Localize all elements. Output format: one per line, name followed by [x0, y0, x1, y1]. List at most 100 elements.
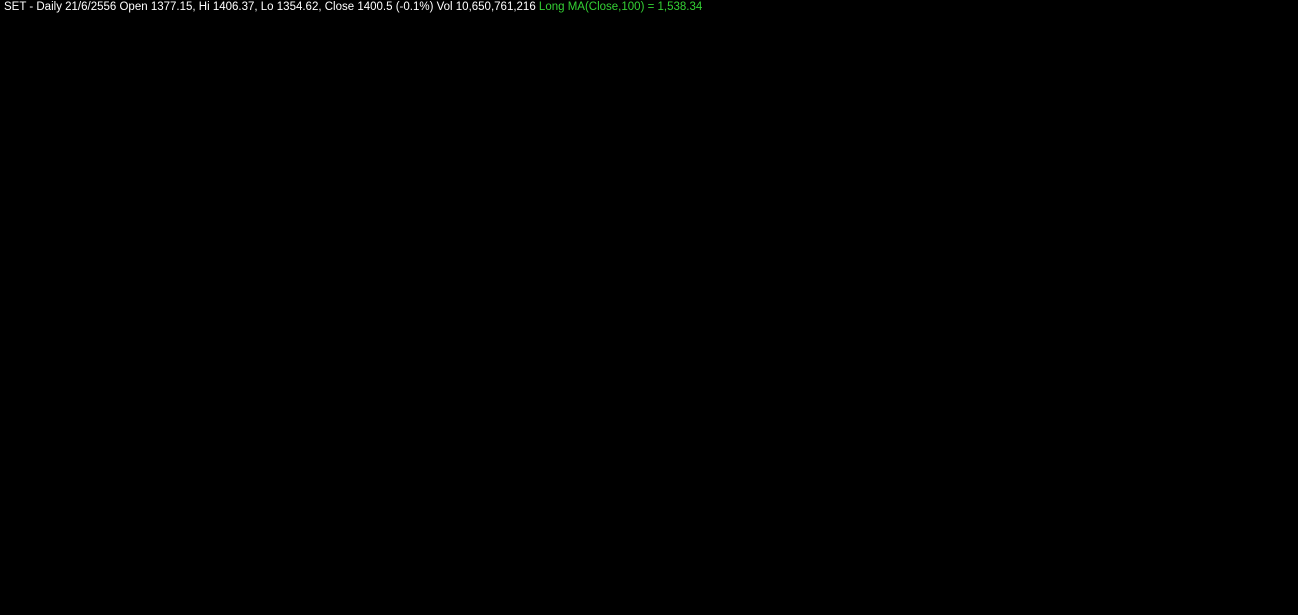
- candle-down: [328, 313, 333, 319]
- candle-up: [978, 53, 983, 62]
- histogram-series: [4, 466, 1237, 540]
- month-label: May: [347, 412, 368, 424]
- candle-down: [139, 365, 144, 368]
- candle-up: [559, 250, 564, 258]
- candle-up: [222, 314, 227, 317]
- candle-down: [806, 84, 811, 87]
- month-band-price: [268, 17, 343, 408]
- candle-up: [908, 73, 913, 80]
- crossover-marker: [295, 491, 303, 499]
- candle-down: [814, 85, 819, 95]
- candle-up: [1209, 89, 1214, 101]
- month-label: Jul: [508, 412, 522, 424]
- candle-up: [686, 173, 691, 178]
- candle-up: [1217, 85, 1222, 92]
- month-label: Feb: [96, 588, 115, 600]
- month-band-oscillator: [1107, 429, 1187, 585]
- candle-down: [176, 337, 181, 344]
- candle-down: [695, 152, 700, 159]
- candle-up: [1147, 107, 1152, 118]
- candle-down: [830, 87, 835, 93]
- candle-down: [1143, 111, 1148, 118]
- zero-value-flag-text: 0.00000: [1247, 491, 1287, 503]
- candle-down: [106, 371, 111, 378]
- candle-down: [592, 212, 597, 215]
- candle-up: [254, 281, 259, 291]
- candle-up: [230, 295, 235, 305]
- candle-up: [242, 285, 247, 290]
- candle-up: [839, 83, 844, 89]
- header-main-text: SET - Daily 21/6/2556 Open 1377.15, Hi 1…: [4, 1, 536, 13]
- candle-down: [888, 71, 893, 74]
- stock-chart[interactable]: 700 750 800 850 900 950 1,050 10 5 -5 -15 2010 Feb…: [0, 0, 1298, 615]
- candle-up: [234, 293, 239, 298]
- month-label: Apr: [272, 588, 289, 600]
- candle-down: [4, 332, 9, 335]
- candle-down: [472, 279, 477, 283]
- month-label: Mar: [181, 412, 200, 424]
- candle-up: [645, 209, 650, 214]
- signal-value-flag-text: -9.81601: [1247, 542, 1290, 554]
- candle-up: [65, 322, 70, 331]
- candle-down: [666, 187, 671, 190]
- candle-down: [1135, 93, 1140, 105]
- candle-up: [1126, 103, 1131, 106]
- candle-up: [715, 158, 720, 162]
- oscillator-tick-label: -15: [1264, 567, 1280, 579]
- signal-line: [3, 443, 1238, 574]
- candle-up: [127, 365, 132, 370]
- candle-up: [608, 198, 613, 201]
- candle-up: [1188, 82, 1193, 91]
- candle-up: [954, 42, 959, 45]
- candle-down: [263, 276, 268, 279]
- month-label: Aug: [594, 588, 614, 600]
- candle-down: [337, 307, 342, 310]
- candle-up: [699, 152, 704, 158]
- candle-up: [1233, 83, 1238, 86]
- candle-down: [1122, 100, 1127, 108]
- candle-up: [567, 247, 572, 254]
- candle-up: [477, 273, 482, 285]
- candle-up: [682, 175, 687, 186]
- crossover-marker: [446, 491, 454, 499]
- candle-up: [444, 284, 449, 296]
- crossover-marker: [820, 491, 828, 499]
- candle-up: [690, 151, 695, 174]
- candle-up: [732, 144, 737, 158]
- histogram-value-flag-bg: [1237, 474, 1298, 488]
- candle-up: [752, 122, 757, 129]
- month-label: Feb: [96, 412, 115, 424]
- candle-up: [991, 67, 996, 71]
- candle-up: [785, 95, 790, 98]
- oscillator-tick-labels: 10 5 -5 -15: [1264, 439, 1280, 579]
- candle-down: [764, 105, 769, 111]
- candle-up: [1007, 55, 1012, 73]
- month-label: Dec: [944, 412, 964, 424]
- month-label: Apr: [272, 412, 289, 424]
- price-tick-label: 850: [1258, 221, 1276, 233]
- candle-down: [427, 300, 432, 303]
- candle-up: [769, 105, 774, 110]
- candle-up: [736, 139, 741, 148]
- month-band-price: [764, 17, 850, 408]
- candle-up: [777, 97, 782, 103]
- candle-up: [390, 332, 395, 337]
- candle-up: [810, 83, 815, 86]
- month-band-price: [1107, 17, 1187, 408]
- candle-down: [90, 367, 95, 380]
- candle-up: [300, 319, 305, 323]
- month-label: Mar: [1191, 588, 1210, 600]
- candle-down: [1180, 86, 1185, 97]
- month-label: Nov: [854, 412, 874, 424]
- candle-up: [53, 320, 58, 330]
- candle-down: [958, 41, 963, 45]
- candle-down: [987, 66, 992, 68]
- candle-up: [1213, 90, 1218, 93]
- candle-up: [637, 203, 642, 206]
- candle-up: [419, 309, 424, 320]
- candle-up: [1102, 107, 1107, 122]
- candle-up: [604, 198, 609, 200]
- candle-down: [1073, 76, 1078, 91]
- candle-down: [267, 277, 272, 280]
- candle-down: [147, 366, 152, 370]
